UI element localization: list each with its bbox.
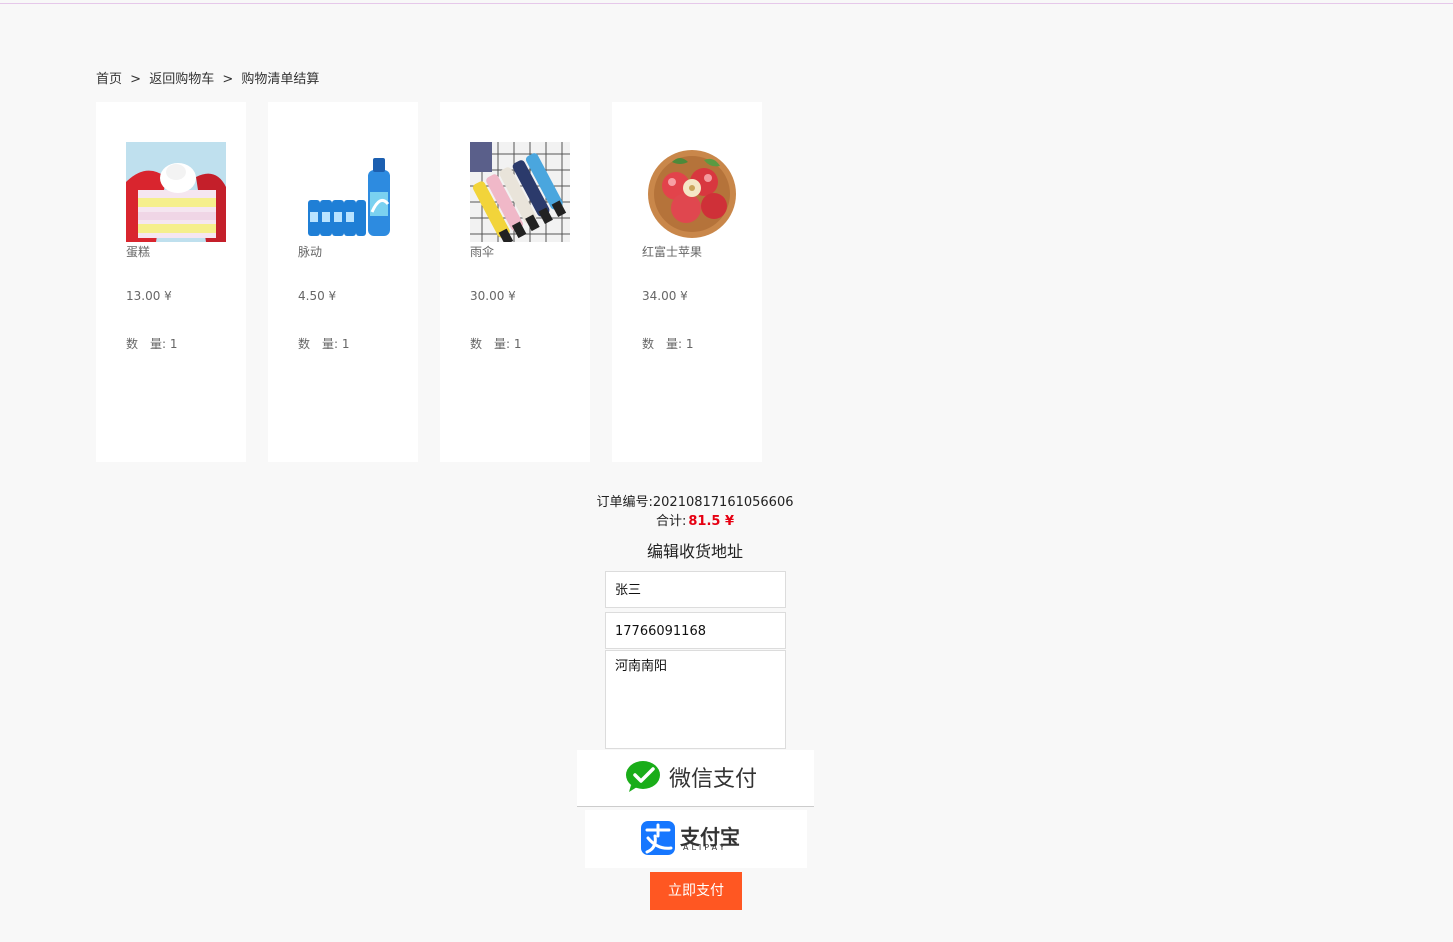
product-card[interactable]: 脉动 4.50 ¥ 数 量: 1 — [268, 102, 418, 462]
total-label: 合计: — [655, 514, 687, 529]
wechat-pay-label: 微信支付 — [669, 767, 758, 792]
total-amount: 81.5 ¥ — [688, 514, 735, 529]
breadcrumb-cart[interactable]: 返回购物车 — [149, 72, 214, 87]
quantity-label: 数 量: — [470, 337, 511, 351]
breadcrumb-home[interactable]: 首页 — [96, 72, 122, 87]
product-name: 雨伞 — [470, 245, 495, 259]
breadcrumb-separator: > — [130, 72, 142, 87]
quantity-value: 1 — [341, 337, 350, 351]
quantity-label: 数 量: — [642, 337, 683, 351]
top-divider — [0, 3, 1453, 4]
product-quantity: 数 量: 1 — [126, 335, 178, 352]
alipay-option[interactable]: 支付宝 ALIPAY — [585, 810, 807, 868]
quantity-value: 1 — [513, 337, 522, 351]
quantity-value: 1 — [169, 337, 178, 351]
quantity-label: 数 量: — [298, 337, 339, 351]
apple-image — [642, 142, 742, 242]
alipay-sub-label: ALIPAY — [683, 843, 728, 852]
address-title: 编辑收货地址 — [646, 542, 743, 561]
product-price: 4.50 ¥ — [298, 289, 337, 303]
order-number-value: 20210817161056606 — [652, 495, 794, 510]
breadcrumb-current: 购物清单结算 — [241, 72, 320, 87]
order-number: 订单编号:20210817161056606 — [0, 491, 1390, 510]
phone-field[interactable]: 17766091168 — [605, 612, 786, 649]
breadcrumb-separator: > — [222, 72, 234, 87]
product-price: 34.00 ¥ — [642, 289, 688, 303]
name-field[interactable]: 张三 — [605, 571, 786, 608]
product-quantity: 数 量: 1 — [470, 335, 522, 352]
quantity-value: 1 — [685, 337, 694, 351]
product-quantity: 数 量: 1 — [298, 335, 350, 352]
cake-image — [126, 142, 226, 242]
product-name: 红富士苹果 — [642, 245, 703, 259]
address-field[interactable]: 河南南阳 — [605, 650, 786, 749]
product-quantity: 数 量: 1 — [642, 335, 694, 352]
product-price: 30.00 ¥ — [470, 289, 516, 303]
order-total: 合计: 81.5 ¥ — [0, 510, 1390, 529]
product-card[interactable]: 雨伞 30.00 ¥ 数 量: 1 — [440, 102, 590, 462]
product-name: 蛋糕 — [126, 245, 151, 259]
pay-now-button[interactable]: 立即支付 — [650, 872, 742, 910]
product-card[interactable]: 蛋糕 13.00 ¥ 数 量: 1 — [96, 102, 246, 462]
umbrella-image — [470, 142, 570, 242]
product-name: 脉动 — [298, 245, 323, 259]
drink-image — [298, 142, 398, 242]
quantity-label: 数 量: — [126, 337, 167, 351]
product-card[interactable]: 红富士苹果 34.00 ¥ 数 量: 1 — [612, 102, 762, 462]
product-price: 13.00 ¥ — [126, 289, 172, 303]
order-number-label: 订单编号: — [596, 495, 653, 510]
breadcrumb: 首页 > 返回购物车 > 购物清单结算 — [96, 68, 319, 87]
wechat-pay-option[interactable]: 微信支付 — [577, 750, 814, 807]
